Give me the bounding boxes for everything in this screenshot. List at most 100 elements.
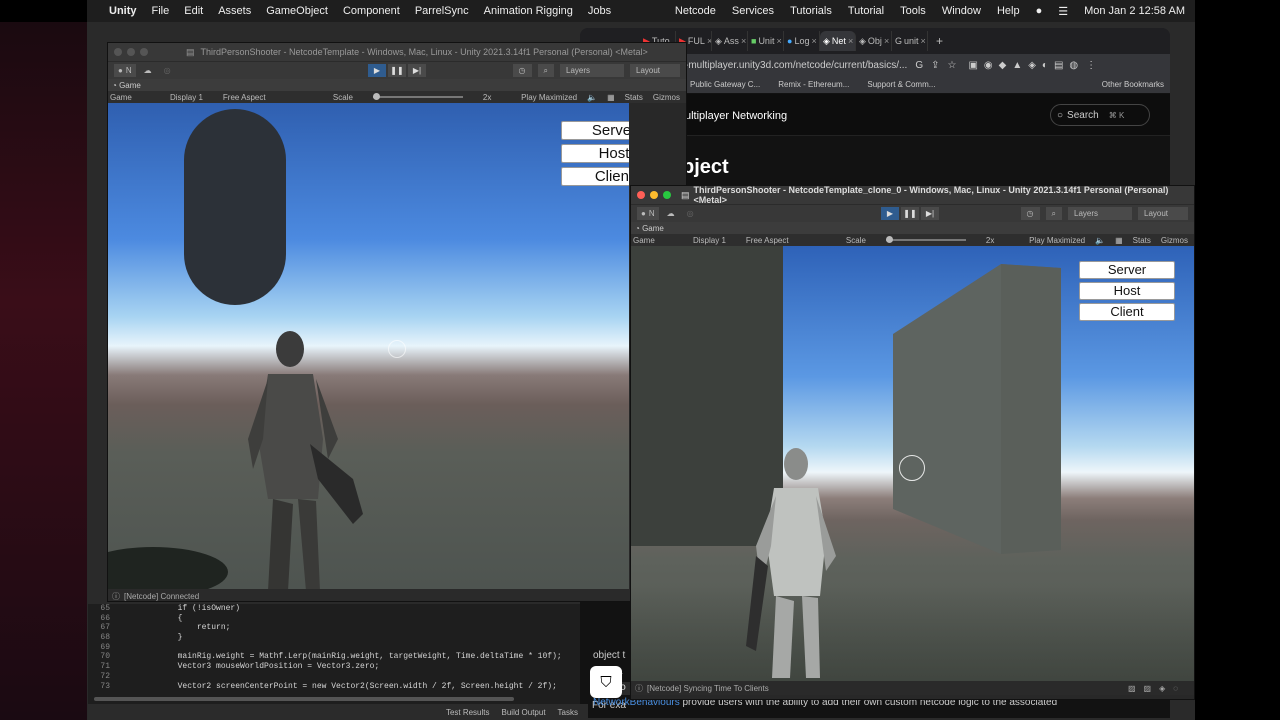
window-minimize-button[interactable] (650, 191, 658, 199)
browser-tab[interactable]: Gunit × (892, 31, 928, 51)
browser-tab[interactable]: ■ Unit × (748, 31, 784, 51)
scale-slider[interactable] (372, 93, 463, 100)
docs-site-title[interactable]: ultiplayer Networking (685, 110, 787, 122)
code-scrollbar[interactable] (94, 697, 514, 701)
tasks-tab[interactable]: Tasks (558, 708, 578, 717)
mute-audio-icon[interactable]: 🔈 (1095, 236, 1105, 245)
test-results-tab[interactable]: Test Results (446, 708, 490, 717)
shield-icon[interactable]: ⛉ (590, 666, 622, 698)
layout-dropdown[interactable]: Layout (630, 64, 680, 77)
url-text[interactable]: s-multiplayer.unity3d.com/netcode/curren… (680, 60, 907, 71)
close-icon[interactable]: × (741, 36, 746, 46)
host-button[interactable]: Host (561, 144, 629, 163)
scale-slider[interactable] (885, 236, 966, 243)
account-dropdown[interactable]: ● N (114, 64, 136, 77)
browser-tab[interactable]: ● Log × (784, 31, 820, 51)
game-view-canvas[interactable]: Server Host Client (631, 246, 1194, 681)
play-mode-dropdown[interactable]: Play Maximized (521, 93, 577, 102)
play-button[interactable]: ▶ (881, 207, 899, 220)
browser-tab[interactable]: ◈ Ass × (712, 31, 748, 51)
scale-slider-knob[interactable] (885, 236, 893, 243)
search-icon[interactable]: ⌕ (1045, 207, 1062, 220)
close-icon[interactable]: × (884, 36, 889, 46)
game-tab[interactable]: ◔ Game (635, 224, 664, 233)
cloud-icon[interactable]: ☁ (667, 209, 675, 218)
menu-edit[interactable]: Edit (184, 5, 203, 17)
code-line[interactable]: 71 Vector3 mouseWorldPosition = Vector3.… (88, 662, 580, 672)
menu-app-name[interactable]: Unity (109, 5, 137, 17)
cloud-icon[interactable]: ☁ (144, 66, 152, 75)
close-icon[interactable]: × (811, 36, 816, 46)
play-button[interactable]: ▶ (368, 64, 386, 77)
menu-component[interactable]: Component (343, 5, 400, 17)
window-zoom-button[interactable] (663, 191, 671, 199)
menu-tutorial[interactable]: Tutorial (848, 5, 884, 17)
display-dropdown[interactable]: Display 1 (170, 93, 203, 102)
code-editor[interactable]: 65 if (!isOwner) 66 {67 return; 68 } 69 70 m… (88, 604, 580, 694)
play-mode-dropdown[interactable]: Play Maximized (1029, 236, 1085, 245)
extension-icons[interactable]: ▣◉◆▲◈◐▤◍ (968, 60, 1084, 71)
status-message[interactable]: [Netcode] Connected (124, 592, 199, 601)
menu-animation-rigging[interactable]: Animation Rigging (484, 5, 573, 17)
menu-assets[interactable]: Assets (218, 5, 251, 17)
layers-dropdown[interactable]: Layers (1068, 207, 1132, 220)
history-icon[interactable]: ◷ (1020, 207, 1040, 220)
code-line[interactable]: 72 (88, 672, 580, 682)
mute-audio-icon[interactable]: 🔈 (587, 93, 597, 102)
close-icon[interactable]: × (776, 36, 781, 46)
google-lens-icon[interactable]: G (915, 60, 923, 71)
aspect-dropdown[interactable]: Free Aspect (223, 93, 313, 102)
window-minimize-button[interactable] (127, 48, 135, 56)
account-dropdown[interactable]: ● N (637, 207, 659, 220)
search-icon[interactable]: ⌕ (537, 64, 554, 77)
bookmark-item[interactable]: Support & Comm... (867, 80, 935, 89)
host-button[interactable]: Host (1079, 282, 1175, 300)
new-tab-icon[interactable]: + (936, 34, 943, 48)
collab-icon[interactable]: ◎ (164, 66, 171, 75)
menu-tutorials[interactable]: Tutorials (790, 5, 832, 17)
screenshot-icon[interactable]: ▦ (607, 93, 615, 102)
gizmos-dropdown[interactable]: Gizmos (653, 93, 680, 102)
close-icon[interactable]: × (921, 36, 926, 46)
display-dropdown[interactable]: Display 1 (693, 236, 726, 245)
stats-button[interactable]: Stats (625, 93, 643, 102)
code-line[interactable]: 73 Vector2 screenCenterPoint = new Vecto… (88, 682, 580, 692)
search-button[interactable]: ○ Search ⌘ K (1050, 104, 1150, 126)
menubar-clock[interactable]: Mon Jan 2 12:58 AM (1084, 5, 1185, 17)
game-view-canvas[interactable]: Server Host Client (108, 103, 629, 589)
window-zoom-button[interactable] (140, 48, 148, 56)
gizmos-dropdown[interactable]: Gizmos (1161, 236, 1188, 245)
code-line[interactable]: 66 { (88, 614, 580, 624)
status-message[interactable]: [Netcode] Syncing Time To Clients (647, 684, 769, 693)
code-line[interactable]: 65 if (!isOwner) (88, 604, 580, 614)
menu-netcode[interactable]: Netcode (675, 5, 716, 17)
browser-tab[interactable]: ◈ Obj × (856, 31, 892, 51)
game-tab[interactable]: ◔ Game (112, 81, 141, 90)
menu-jobs[interactable]: Jobs (588, 5, 611, 17)
code-line[interactable]: 69 (88, 643, 580, 653)
bookmark-item[interactable]: Remix - Ethereum... (778, 80, 849, 89)
server-button[interactable]: Server (1079, 261, 1175, 279)
window-close-button[interactable] (637, 191, 645, 199)
layout-dropdown[interactable]: Layout (1138, 207, 1188, 220)
menu-gameobject[interactable]: GameObject (266, 5, 328, 17)
collab-icon[interactable]: ◎ (687, 209, 694, 218)
code-line[interactable]: 67 return; (88, 623, 580, 633)
menu-dots-icon[interactable]: ⋮ (1086, 60, 1096, 71)
client-button[interactable]: Client (1079, 303, 1175, 321)
aspect-dropdown[interactable]: Free Aspect (746, 236, 826, 245)
menu-tools[interactable]: Tools (900, 5, 926, 17)
bookmark-star-icon[interactable]: ☆ (948, 60, 957, 71)
stats-button[interactable]: Stats (1133, 236, 1151, 245)
status-bar-icons[interactable]: ▨▨◈◌ (1128, 684, 1186, 693)
step-button[interactable]: ▶| (921, 207, 939, 220)
scale-slider-knob[interactable] (372, 93, 380, 100)
menu-window[interactable]: Window (942, 5, 981, 17)
build-output-tab[interactable]: Build Output (502, 708, 546, 717)
menu-help[interactable]: Help (997, 5, 1020, 17)
menu-services[interactable]: Services (732, 5, 774, 17)
screenshot-icon[interactable]: ▦ (1115, 236, 1123, 245)
game-view-dropdown[interactable]: Game (633, 236, 673, 245)
close-icon[interactable]: × (848, 36, 853, 46)
menu-parrelsync[interactable]: ParrelSync (415, 5, 469, 17)
